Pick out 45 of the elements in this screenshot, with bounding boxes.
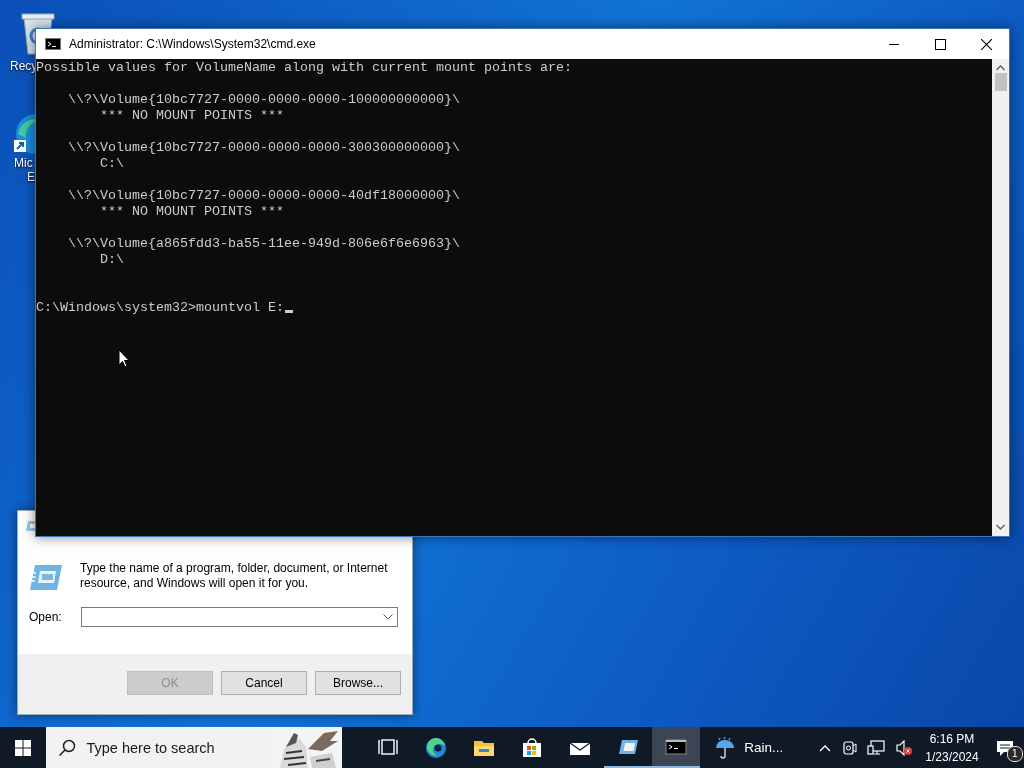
console-output-line: *** NO MOUNT POINTS *** <box>99 108 284 124</box>
network-icon <box>867 739 886 756</box>
weather-widget[interactable]: Rain... <box>700 727 814 768</box>
desktop-icon-label[interactable]: E <box>27 170 35 184</box>
console-output-line: \\?\Volume{10bc7727-0000-0000-0000-100000000000}\ <box>67 92 460 108</box>
windows-logo-icon <box>15 739 32 756</box>
maximize-icon <box>934 38 946 50</box>
edge-browser-icon <box>425 736 448 759</box>
console-output-line: *** NO MOUNT POINTS *** <box>99 204 284 220</box>
mouse-pointer-icon <box>118 349 130 368</box>
desktop-icon-label[interactable]: Mic <box>14 156 33 170</box>
scrollbar[interactable] <box>992 59 1009 536</box>
store-bag-icon <box>521 736 544 759</box>
console-output-line: C:\ <box>99 156 124 172</box>
text-cursor <box>284 310 293 313</box>
close-icon <box>980 38 992 50</box>
time-text: 6:16 PM <box>929 730 975 748</box>
weather-text: Rain... <box>744 740 784 755</box>
console-prompt-line: C:\Windows\system32>mountvol E: <box>36 300 284 316</box>
taskbar-app-button[interactable] <box>652 727 701 768</box>
console-output-line: \\?\Volume{a865fdd3-ba55-11ee-949d-806e6f6e6963}\ <box>67 236 460 252</box>
camera-icon <box>841 739 858 756</box>
dialog-button[interactable]: Cancel <box>221 671 307 695</box>
open-combo-box[interactable] <box>81 607 398 627</box>
scrollbar-thumb[interactable] <box>994 73 1007 91</box>
instruction-text: Type the name of a program, folder, document, or Internet resource, and Windows will open it for you. <box>80 561 389 591</box>
console-output-line: D:\ <box>99 252 124 268</box>
notification-count-badge: 1 <box>1006 746 1023 762</box>
console-output-line: \\?\Volume{10bc7727-0000-0000-0000-40df18000000}\ <box>67 188 460 204</box>
dropdown-chevron-icon <box>383 614 393 620</box>
run-app-icon <box>29 563 63 591</box>
search-placeholder: Type here to search <box>86 739 216 756</box>
open-label: Open: <box>29 610 63 624</box>
umbrella-rain-icon <box>714 735 737 760</box>
dialog-button[interactable]: Browse... <box>315 671 401 695</box>
date-text: 1/23/2024 <box>925 748 979 766</box>
window-title: Administrator: C:\Windows\System32\cmd.exe <box>69 37 317 51</box>
search-icon <box>58 738 77 757</box>
notifications-button[interactable]: 1 <box>986 727 1024 768</box>
chevron-up-icon <box>819 743 832 752</box>
clock[interactable]: 6:16 PM 1/23/2024 <box>923 727 981 768</box>
console-output-line: Possible values for VolumeName along with current mount points are: <box>36 60 572 76</box>
console-app-icon <box>45 38 61 50</box>
speaker-muted-icon <box>895 739 914 756</box>
console-output-line: \\?\Volume{10bc7727-0000-0000-0000-300300000000}\ <box>67 140 460 156</box>
